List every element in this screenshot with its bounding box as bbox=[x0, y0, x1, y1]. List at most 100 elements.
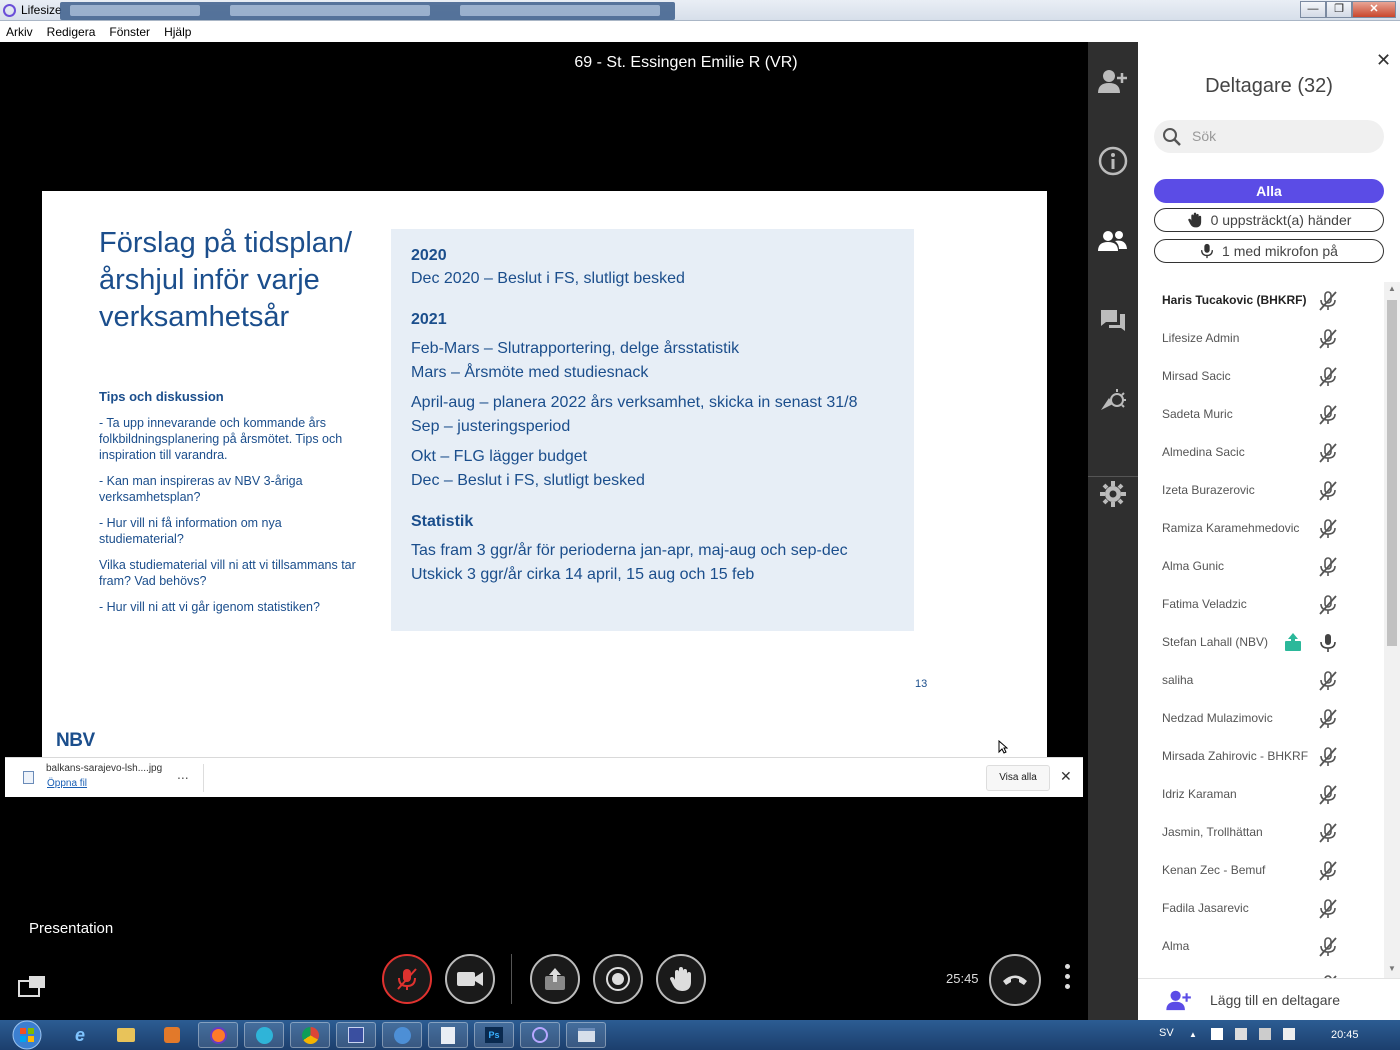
maximize-button[interactable]: ❐ bbox=[1326, 1, 1352, 18]
participant-scrollbar[interactable]: ▲ ▼ bbox=[1384, 282, 1400, 978]
scroll-down-icon[interactable]: ▼ bbox=[1388, 964, 1396, 973]
participant-row[interactable]: Ramiza Karamehmedovic bbox=[1138, 510, 1384, 548]
microphone-muted-icon bbox=[1319, 861, 1337, 881]
microphone-muted-icon bbox=[1319, 329, 1337, 349]
taskbar-explorer-icon[interactable] bbox=[106, 1022, 146, 1048]
participant-mic-muted[interactable] bbox=[1318, 746, 1338, 773]
more-options-icon[interactable]: ... bbox=[177, 766, 189, 782]
participant-row[interactable]: Fadila Jasarevic bbox=[1138, 890, 1384, 928]
taskbar-chrome-icon[interactable] bbox=[290, 1022, 330, 1048]
share-screen-button[interactable] bbox=[530, 954, 580, 1004]
participant-row[interactable]: saliha bbox=[1138, 662, 1384, 700]
battery-icon[interactable] bbox=[1235, 1028, 1247, 1040]
participant-mic-muted[interactable] bbox=[1318, 480, 1338, 507]
participant-name: Mirsada Zahirovic - BHKRF bbox=[1162, 749, 1309, 763]
participant-mic-muted[interactable] bbox=[1318, 594, 1338, 621]
participant-row[interactable]: Sadeta Muric bbox=[1138, 396, 1384, 434]
participant-mic-muted[interactable] bbox=[1318, 898, 1338, 925]
participant-row[interactable]: Jasmin, Trollhättan bbox=[1138, 814, 1384, 852]
taskbar-save-icon[interactable] bbox=[336, 1022, 376, 1048]
menu-redigera[interactable]: Redigera bbox=[47, 25, 96, 39]
taskbar-ie-icon[interactable]: e bbox=[60, 1022, 100, 1048]
menu-fonster[interactable]: Fönster bbox=[109, 25, 150, 39]
participant-mic-muted[interactable] bbox=[1318, 328, 1338, 355]
scroll-thumb[interactable] bbox=[1387, 300, 1397, 646]
taskbar-photoshop-icon[interactable]: Ps bbox=[474, 1022, 514, 1048]
scroll-up-icon[interactable]: ▲ bbox=[1388, 284, 1396, 293]
tip-item: Vilka studiematerial vill ni att vi till… bbox=[99, 558, 356, 588]
close-download-bar-icon[interactable]: ✕ bbox=[1060, 768, 1072, 785]
participant-row[interactable]: Almedina Sacic bbox=[1138, 434, 1384, 472]
participant-row[interactable]: Mirsad Sacic bbox=[1138, 358, 1384, 396]
participant-mic-on[interactable] bbox=[1318, 632, 1338, 659]
participant-row[interactable]: Mirsada Zahirovic - BHKRF bbox=[1138, 738, 1384, 776]
search-input[interactable] bbox=[1192, 126, 1372, 146]
participant-mic-muted[interactable] bbox=[1318, 404, 1338, 431]
background-window-tabs bbox=[60, 2, 675, 20]
record-button[interactable] bbox=[593, 954, 643, 1004]
flag-icon[interactable] bbox=[1211, 1028, 1223, 1040]
participant-mic-muted[interactable] bbox=[1318, 670, 1338, 697]
filter-hands-button[interactable]: 0 uppsträckt(a) händer bbox=[1154, 208, 1384, 232]
filter-mic-button[interactable]: 1 med mikrofon på bbox=[1154, 239, 1384, 263]
open-file-link[interactable]: Öppna fil bbox=[47, 778, 87, 789]
participant-mic-muted[interactable] bbox=[1318, 822, 1338, 849]
participant-mic-muted[interactable] bbox=[1318, 784, 1338, 811]
info-icon bbox=[1098, 146, 1128, 176]
taskbar-window-icon[interactable] bbox=[566, 1022, 606, 1048]
participant-row[interactable]: Mustafa Salkic bbox=[1138, 966, 1384, 978]
picture-in-picture-icon[interactable] bbox=[18, 975, 46, 1002]
language-indicator[interactable]: SV bbox=[1159, 1027, 1174, 1039]
raise-hand-button[interactable] bbox=[656, 954, 706, 1004]
participant-row[interactable]: Kenan Zec - Bemuf bbox=[1138, 852, 1384, 890]
volume-icon[interactable] bbox=[1283, 1028, 1295, 1040]
hang-up-button[interactable] bbox=[989, 954, 1041, 1006]
participant-row[interactable]: Alma bbox=[1138, 928, 1384, 966]
filter-all-button[interactable]: Alla bbox=[1154, 179, 1384, 203]
participant-mic-muted[interactable] bbox=[1318, 518, 1338, 545]
participant-row[interactable]: Alma Gunic bbox=[1138, 548, 1384, 586]
participant-row[interactable]: Stefan Lahall (NBV) bbox=[1138, 624, 1384, 662]
taskbar-app-icon[interactable] bbox=[382, 1022, 422, 1048]
menu-hjalp[interactable]: Hjälp bbox=[164, 25, 191, 39]
participant-name: Haris Tucakovic (BHKRF) bbox=[1162, 293, 1307, 307]
participants-button[interactable] bbox=[1098, 226, 1128, 256]
effects-button[interactable] bbox=[1098, 386, 1128, 416]
taskbar-media-player-icon[interactable] bbox=[152, 1022, 192, 1048]
participant-mic-muted[interactable] bbox=[1318, 708, 1338, 735]
participant-mic-muted[interactable] bbox=[1318, 290, 1338, 317]
chat-button[interactable] bbox=[1098, 306, 1128, 336]
show-hidden-icons[interactable]: ▲ bbox=[1189, 1030, 1197, 1039]
settings-button[interactable] bbox=[1098, 479, 1128, 509]
participant-mic-muted[interactable] bbox=[1318, 442, 1338, 469]
taskbar-edge-icon[interactable] bbox=[244, 1022, 284, 1048]
participant-mic-muted[interactable] bbox=[1318, 366, 1338, 393]
more-menu-icon[interactable] bbox=[1065, 964, 1070, 989]
menu-arkiv[interactable]: Arkiv bbox=[6, 25, 33, 39]
participant-row[interactable]: Fatima Veladzic bbox=[1138, 586, 1384, 624]
participant-row[interactable]: Izeta Burazerovic bbox=[1138, 472, 1384, 510]
camera-toggle-button[interactable] bbox=[445, 954, 495, 1004]
minimize-button[interactable]: — bbox=[1300, 1, 1326, 18]
invite-participant-button[interactable] bbox=[1098, 66, 1128, 96]
participant-row[interactable]: Idriz Karaman bbox=[1138, 776, 1384, 814]
participant-mic-muted[interactable] bbox=[1318, 556, 1338, 583]
participant-row[interactable]: Nedzad Mulazimovic bbox=[1138, 700, 1384, 738]
download-filename[interactable]: balkans-sarajevo-lsh....jpg bbox=[46, 763, 162, 774]
network-icon[interactable] bbox=[1259, 1028, 1271, 1040]
close-panel-icon[interactable]: ✕ bbox=[1376, 50, 1391, 71]
taskbar-notepad-icon[interactable] bbox=[428, 1022, 468, 1048]
microphone-toggle-button[interactable] bbox=[382, 954, 432, 1004]
start-button[interactable] bbox=[8, 1020, 46, 1050]
taskbar-lifesize-icon[interactable] bbox=[520, 1022, 560, 1048]
show-all-button[interactable]: Visa alla bbox=[986, 765, 1050, 791]
participant-name: Mirsad Sacic bbox=[1162, 369, 1231, 383]
close-button[interactable]: ✕ bbox=[1352, 1, 1396, 18]
participant-row[interactable]: Haris Tucakovic (BHKRF) bbox=[1138, 282, 1384, 320]
taskbar-firefox-icon[interactable] bbox=[198, 1022, 238, 1048]
participant-row[interactable]: Lifesize Admin bbox=[1138, 320, 1384, 358]
participant-mic-muted[interactable] bbox=[1318, 860, 1338, 887]
add-participant-button[interactable]: Lägg till en deltagare bbox=[1138, 978, 1400, 1020]
info-button[interactable] bbox=[1098, 146, 1128, 176]
participant-mic-muted[interactable] bbox=[1318, 936, 1338, 963]
